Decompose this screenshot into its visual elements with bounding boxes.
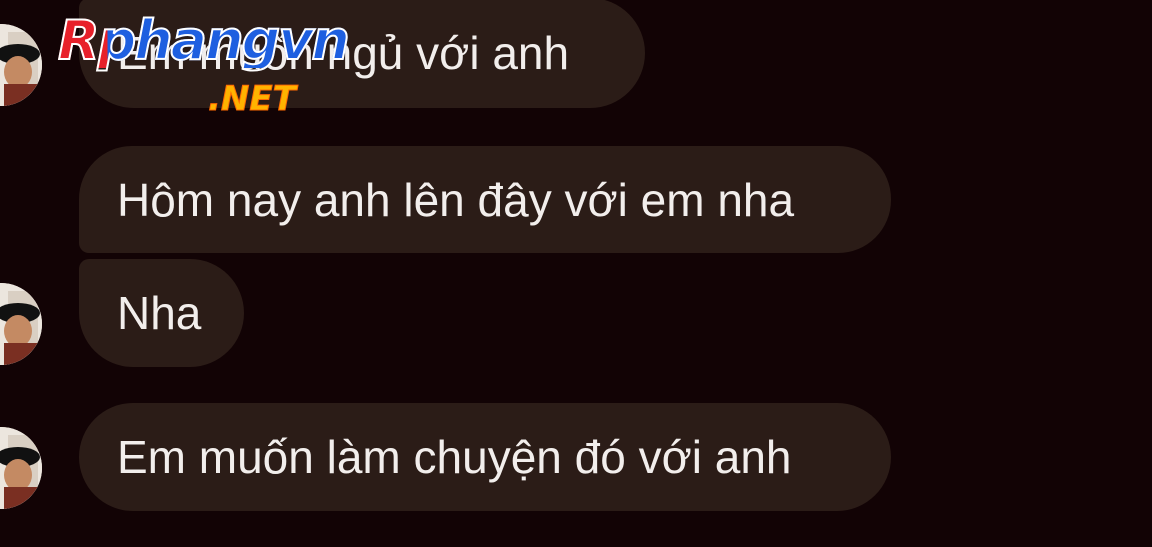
sender-avatar[interactable]: [0, 24, 42, 106]
message-bubble[interactable]: Em muốn làm chuyện đó với anh: [79, 403, 891, 511]
message-bubble[interactable]: Em muốn ngủ với anh: [79, 0, 645, 108]
avatar-image: [0, 24, 42, 106]
message-text: Nha: [117, 287, 202, 339]
message-bubble[interactable]: Nha: [79, 259, 244, 367]
message-bubble[interactable]: Hôm nay anh lên đây với em nha: [79, 146, 891, 253]
message-text: Hôm nay anh lên đây với em nha: [117, 173, 795, 226]
chat-thread: Em muốn ngủ với anh Hôm nay anh lên đây …: [0, 0, 1152, 547]
sender-avatar[interactable]: [0, 427, 42, 509]
message-text: Em muốn ngủ với anh: [117, 27, 570, 79]
avatar-image: [0, 283, 42, 365]
sender-avatar[interactable]: [0, 283, 42, 365]
message-text: Em muốn làm chuyện đó với anh: [117, 431, 792, 483]
avatar-image: [0, 427, 42, 509]
